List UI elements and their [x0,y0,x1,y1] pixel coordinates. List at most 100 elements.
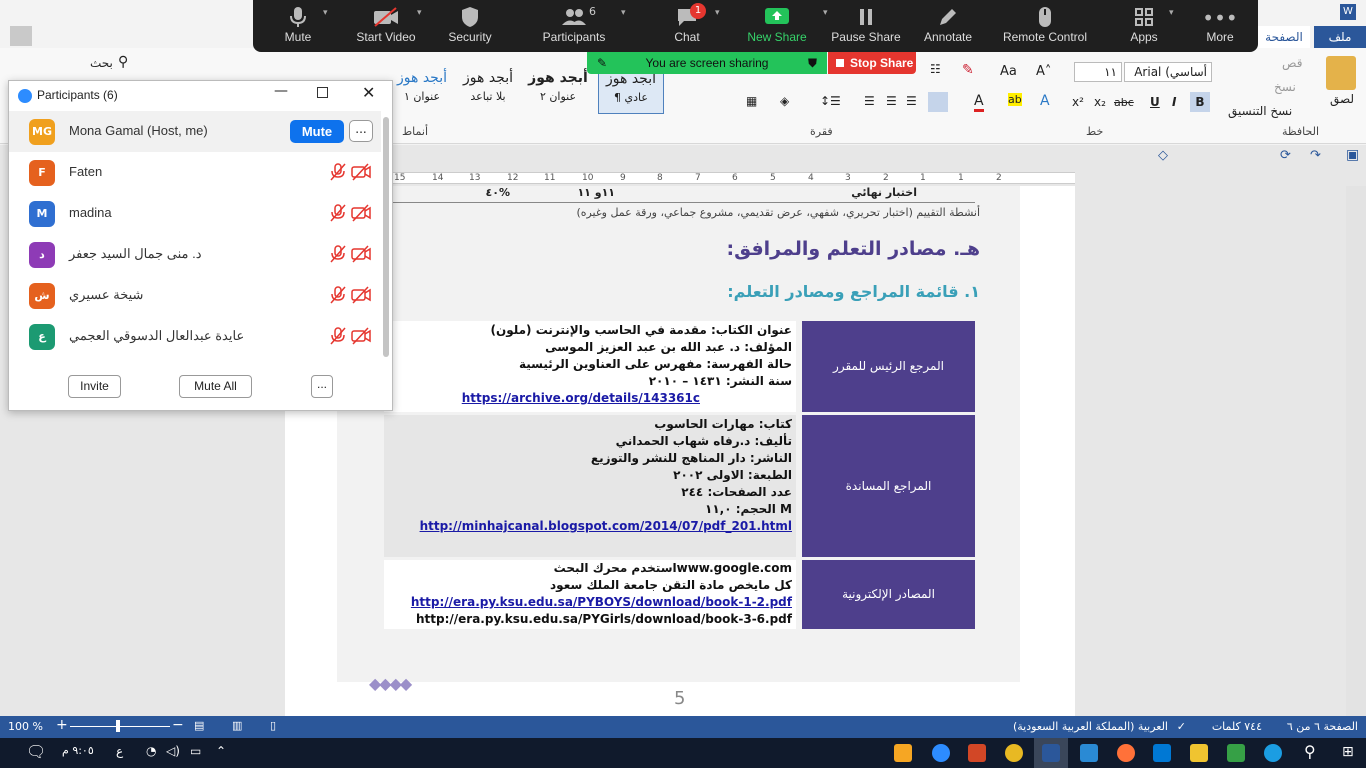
zoom-out-icon[interactable]: − [172,717,184,733]
horizontal-ruler[interactable]: 15 14 13 12 11 10 9 8 7 6 5 4 3 2 1 1 2 [390,172,1075,184]
underline-icon[interactable]: U [1150,95,1160,109]
taskbar-app-icon[interactable] [894,744,912,762]
maximize-icon[interactable] [317,87,328,98]
search-label[interactable]: بحث [90,56,113,70]
font-name-select[interactable]: أساسي) Arial [1124,62,1212,82]
bullets-icon[interactable]: ☷ [930,62,941,76]
vertical-ruler[interactable] [1346,186,1366,716]
proofing-icon[interactable]: ✓ [1177,720,1186,733]
store-taskbar-icon[interactable] [1227,744,1245,762]
redo-icon[interactable]: ↷ [1310,148,1321,163]
mute-button[interactable]: Mute ▾ [271,0,328,52]
chat-button[interactable]: Chat 1 ▾ [665,0,720,52]
mail-taskbar-icon[interactable] [1153,744,1171,762]
participant-row[interactable]: ع عايدة عبدالعال الدسوقي العجمي [9,316,381,357]
bold-icon[interactable]: B [1190,92,1210,112]
zoom-slider[interactable] [70,726,170,727]
print-layout-icon[interactable]: ▥ [232,719,242,732]
participant-row[interactable]: MG Mona Gamal (Host, me) Mute ... [9,111,381,152]
close-icon[interactable]: ✕ [362,83,375,102]
edge-taskbar-icon[interactable] [1264,744,1282,762]
binoculars-icon[interactable]: ⚲ [118,54,128,70]
volume-icon[interactable]: ◁) [166,744,180,758]
participant-row[interactable]: د د. منى جمال السيد جعفر [9,234,381,275]
word-count[interactable]: ٧٤٤ كلمات [1212,720,1262,733]
format-painter-button[interactable]: نسخ التنسيق [1228,104,1292,118]
style-no-spacing[interactable]: أبجد هوز بلا تباعد [455,66,521,114]
firefox-taskbar-icon[interactable] [1117,744,1135,762]
font-color-icon[interactable]: A [974,93,984,112]
annotate-button[interactable]: Annotate [919,0,977,52]
borders-icon[interactable]: ▦ [746,94,757,108]
align-left-icon[interactable]: ☰ [886,94,897,108]
more-button[interactable]: ••• More [1199,0,1241,52]
cut-button[interactable]: قص [1282,56,1302,70]
tab-file[interactable]: ملف [1314,26,1366,48]
highlight-icon[interactable]: ab [1008,93,1022,106]
notifications-icon[interactable]: 🗨 [26,742,46,761]
copy-button[interactable]: نسخ [1274,80,1296,94]
mute-self-button[interactable]: Mute [290,120,344,143]
focus-icon[interactable]: ▤ [194,719,204,732]
minimize-icon[interactable]: — [274,83,288,99]
italic-icon[interactable]: I [1172,95,1176,109]
paste-button[interactable]: لصق [1330,92,1354,106]
supporting-reference-link[interactable]: http://minhajcanal.blogspot.com/2014/07/… [420,519,792,533]
superscript-icon[interactable]: x² [1072,95,1084,109]
clock[interactable]: ٩:٠٥ م [62,744,94,757]
security-button[interactable]: Security [443,0,497,52]
clear-format-icon[interactable]: ✎ [962,62,974,78]
paste-icon[interactable] [1326,56,1356,90]
style-heading-2[interactable]: أبجد هوز عنوان ٢ [525,66,591,114]
participant-row[interactable]: ش شيخة عسيري [9,275,381,316]
stop-share-button[interactable]: Stop Share [828,52,916,74]
participant-more-button[interactable]: ... [349,120,373,142]
main-reference-link[interactable]: https://archive.org/details/143361c [462,391,700,405]
input-language[interactable]: ع [116,744,123,758]
zoom-taskbar-icon[interactable] [932,744,950,762]
chrome-taskbar-icon[interactable] [1005,744,1023,762]
search-icon[interactable]: ⚲ [1304,742,1316,761]
line-spacing-icon[interactable]: ↕☰ [820,94,841,108]
save-icon[interactable]: ▣ [1346,147,1359,163]
wifi-icon[interactable]: ◔ [146,744,156,758]
file-explorer-taskbar-icon[interactable] [1190,744,1208,762]
zoom-in-icon[interactable]: + [56,717,68,733]
font-case-icon[interactable]: Aa [1000,64,1017,79]
word-taskbar-icon[interactable] [1042,744,1060,762]
font-size-select[interactable]: ١١ [1074,62,1122,82]
style-heading-1[interactable]: أبجد هوز عنوان ١ [393,66,451,114]
tab-home[interactable]: الصفحة [1258,26,1310,48]
zoom-level[interactable]: 100 % [8,720,43,733]
powerpoint-taskbar-icon[interactable] [968,744,986,762]
align-center-icon[interactable]: ☰ [906,94,917,108]
pause-share-button[interactable]: Pause Share [831,0,901,52]
participant-row[interactable]: M madina [9,193,381,234]
panel-more-button[interactable]: ... [311,375,333,398]
pin-icon[interactable]: ✎ [597,52,607,74]
read-mode-icon[interactable]: ▯ [270,719,276,732]
invite-button[interactable]: Invite [68,375,121,398]
participant-row[interactable]: F Faten [9,152,381,193]
start-video-button[interactable]: Start Video ▾ [353,0,422,52]
windows-start-icon[interactable]: ⊞ [1342,744,1354,760]
subscript-icon[interactable]: x₂ [1094,95,1106,109]
remote-control-button[interactable]: Remote Control [999,0,1091,52]
participants-button[interactable]: Participants 6 ▾ [537,0,626,52]
text-effects-icon[interactable]: A [1040,93,1050,109]
refresh-icon[interactable]: ⟳ [1280,148,1291,163]
shading-icon[interactable]: ◈ [780,94,789,108]
participants-scrollbar[interactable] [383,117,389,357]
mute-all-button[interactable]: Mute All [179,375,252,398]
apps-button[interactable]: Apps ▾ [1123,0,1174,52]
new-share-button[interactable]: New Share ▾ [745,0,828,52]
grow-font-icon[interactable]: A˄ [1036,64,1051,79]
zoom-slider-thumb[interactable] [116,720,120,732]
electronic-resource-link-1[interactable]: http://era.py.ksu.edu.sa/PYBOYS/download… [411,595,792,609]
align-right-icon[interactable] [928,92,948,112]
battery-icon[interactable]: ▭ [190,744,201,758]
shape-icon[interactable]: ◇ [1158,148,1168,163]
page-count[interactable]: الصفحة ٦ من ٦ [1287,720,1358,733]
strikethrough-icon[interactable]: abc [1114,96,1134,109]
justify-icon[interactable]: ☰ [864,94,875,108]
